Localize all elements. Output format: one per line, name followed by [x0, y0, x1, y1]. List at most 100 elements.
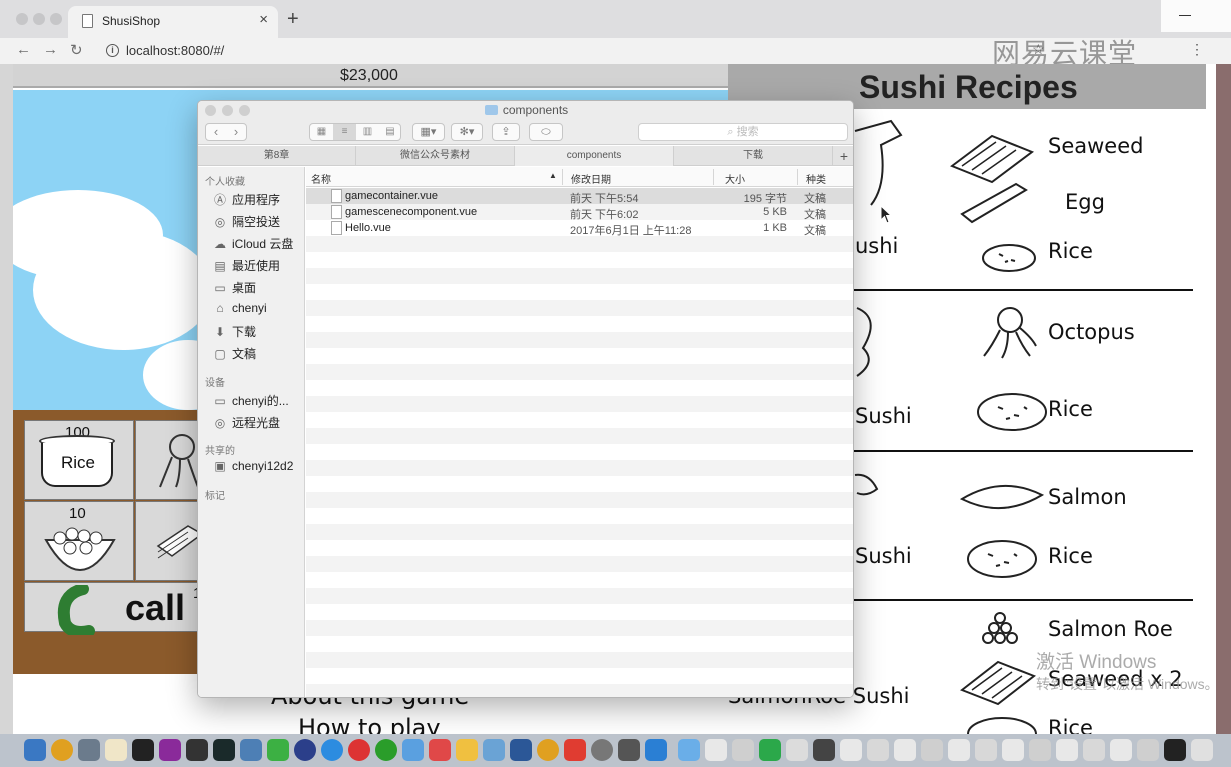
sidebar-item-recents[interactable]: ▤ 最近使用 [212, 257, 280, 274]
sidebar-item-applications[interactable]: Ⓐ 应用程序 [212, 191, 280, 208]
address-bar[interactable]: i localhost:8080/#/ [97, 39, 997, 63]
gallery-view-icon[interactable]: ▤ [379, 124, 401, 140]
finder-dock-icon[interactable] [24, 739, 46, 761]
app-dock-icon[interactable] [429, 739, 451, 761]
forward-icon[interactable]: → [43, 41, 58, 58]
browser-tab[interactable]: ShusiShop × [68, 6, 278, 38]
app-dock-icon[interactable] [618, 739, 640, 761]
column-date[interactable]: 修改日期 [571, 171, 611, 186]
how-to-play-link[interactable]: How to play [298, 714, 441, 734]
forward-chevron-icon[interactable]: › [226, 124, 246, 140]
doc-dock-icon[interactable] [867, 739, 889, 761]
doc-dock-icon[interactable] [786, 739, 808, 761]
settings-dock-icon[interactable] [591, 739, 613, 761]
sidebar-item-home[interactable]: ⌂ chenyi [212, 301, 266, 315]
column-separator[interactable] [797, 169, 798, 185]
file-row[interactable]: gamecontainer.vue 前天 下午5:54 195 字节 文稿 [306, 188, 853, 205]
sidebar-item-mac[interactable]: ▭ chenyi的... [212, 392, 288, 409]
doc-dock-icon[interactable] [948, 739, 970, 761]
doc-dock-icon[interactable] [1029, 739, 1051, 761]
window-minimize-button[interactable] [33, 13, 45, 25]
safari-dock-icon[interactable] [321, 739, 343, 761]
rice-bowl-cell[interactable]: 10 [24, 501, 134, 581]
chrome-dock-icon[interactable] [537, 739, 559, 761]
doc-dock-icon[interactable] [1002, 739, 1024, 761]
back-chevron-icon[interactable]: ‹ [206, 124, 226, 140]
finder-tab[interactable]: 微信公众号素材 [356, 146, 515, 166]
rice-cell[interactable]: 100 Rice [24, 420, 134, 500]
doc-dock-icon[interactable] [1164, 739, 1186, 761]
column-size[interactable]: 大小 [725, 171, 745, 186]
app-dock-icon[interactable] [294, 739, 316, 761]
search-field[interactable]: ⌕ 搜索 [638, 123, 848, 141]
seaweed-cell[interactable] [135, 501, 205, 581]
monitor-dock-icon[interactable] [213, 739, 235, 761]
app-dock-icon[interactable] [483, 739, 505, 761]
finder-tab[interactable]: components [515, 146, 674, 166]
chrome-menu-icon[interactable]: ⋮ [1190, 41, 1204, 58]
tab-close-icon[interactable]: × [259, 11, 268, 28]
doc-dock-icon[interactable] [813, 739, 835, 761]
app-dock-icon[interactable] [375, 739, 397, 761]
tags-button[interactable]: ⬭ [529, 123, 563, 141]
doc-dock-icon[interactable] [840, 739, 862, 761]
doc-dock-icon[interactable] [1056, 739, 1078, 761]
column-separator[interactable] [562, 169, 563, 185]
column-kind[interactable]: 种类 [806, 171, 826, 186]
folder-dock-icon[interactable] [678, 739, 700, 761]
icon-view-icon[interactable]: ▦ [310, 124, 333, 140]
app-dock-icon[interactable] [402, 739, 424, 761]
app-dock-icon[interactable] [645, 739, 667, 761]
column-separator[interactable] [713, 169, 714, 185]
sidebar-item-documents[interactable]: ▢ 文稿 [212, 345, 256, 362]
view-mode-buttons[interactable]: ▦ ≡ ▥ ▤ [309, 123, 401, 141]
octopus-cell[interactable] [135, 420, 205, 500]
sidebar-item-desktop[interactable]: ▭ 桌面 [212, 279, 256, 296]
minimize-icon[interactable] [1179, 15, 1191, 16]
app-dock-icon[interactable] [456, 739, 478, 761]
add-tab-icon[interactable]: + [833, 146, 853, 166]
doc-dock-icon[interactable] [705, 739, 727, 761]
doc-dock-icon[interactable] [1110, 739, 1132, 761]
sidebar-item-airdrop[interactable]: ◎ 隔空投送 [212, 213, 280, 230]
doc-dock-icon[interactable] [894, 739, 916, 761]
window-close-button[interactable] [16, 13, 28, 25]
sidebar-item-icloud[interactable]: ☁ iCloud 云盘 [212, 235, 293, 252]
sidebar-item-downloads[interactable]: ⬇ 下载 [212, 323, 256, 340]
app-dock-icon[interactable] [348, 739, 370, 761]
finder-tab[interactable]: 下载 [674, 146, 833, 166]
share-button[interactable]: ⇪ [492, 123, 520, 141]
app-dock-icon[interactable] [564, 739, 586, 761]
file-row[interactable]: gamescenecomponent.vue 前天 下午6:02 5 KB 文稿 [306, 204, 853, 221]
word-dock-icon[interactable] [510, 739, 532, 761]
window-zoom-button[interactable] [50, 13, 62, 25]
notes-dock-icon[interactable] [105, 739, 127, 761]
doc-dock-icon[interactable] [732, 739, 754, 761]
sublime-dock-icon[interactable] [186, 739, 208, 761]
sidebar-item-remote-disc[interactable]: ◎ 远程光盘 [212, 414, 280, 431]
trash-icon[interactable] [1191, 739, 1213, 761]
column-name[interactable]: 名称 [311, 171, 331, 186]
terminal-dock-icon[interactable] [132, 739, 154, 761]
sort-ascending-icon[interactable]: ▲ [549, 171, 557, 180]
back-forward-buttons[interactable]: ‹ › [205, 123, 247, 141]
doc-dock-icon[interactable] [1137, 739, 1159, 761]
new-tab-button[interactable]: + [287, 8, 299, 31]
info-icon[interactable]: i [106, 44, 119, 57]
doc-dock-icon[interactable] [759, 739, 781, 761]
sidebar-item-shared-computer[interactable]: ▣ chenyi12d2 [212, 459, 293, 473]
group-button[interactable]: ▦▾ [412, 123, 445, 141]
launchpad-dock-icon[interactable] [78, 739, 100, 761]
call-button[interactable]: call 10 [24, 582, 210, 635]
finder-tab[interactable]: 第8章 [198, 146, 356, 166]
rp-dock-icon[interactable] [159, 739, 181, 761]
doc-dock-icon[interactable] [975, 739, 997, 761]
doc-dock-icon[interactable] [1083, 739, 1105, 761]
column-view-icon[interactable]: ▥ [356, 124, 379, 140]
app-dock-icon[interactable] [240, 739, 262, 761]
doc-dock-icon[interactable] [921, 739, 943, 761]
back-icon[interactable]: ← [16, 41, 31, 58]
file-row[interactable]: Hello.vue 2017年6月1日 上午11:28 1 KB 文稿 [306, 220, 853, 237]
chrome-dock-icon[interactable] [51, 739, 73, 761]
app-dock-icon[interactable] [267, 739, 289, 761]
